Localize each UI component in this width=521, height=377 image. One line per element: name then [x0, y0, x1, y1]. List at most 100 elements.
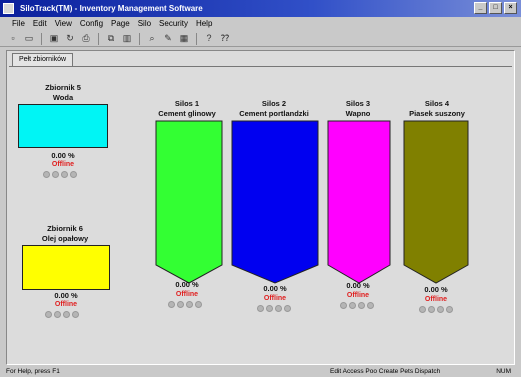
silo-material: Cement portlandzki: [239, 109, 309, 118]
indicator-led: [70, 171, 77, 178]
silo-percent: 0.00 %: [263, 284, 287, 293]
silo-3-label: Silos 3 Wapno: [325, 99, 391, 119]
silo-1-vessel[interactable]: [155, 120, 223, 284]
silo-status: Offline: [175, 291, 199, 298]
info-icon[interactable]: ?: [202, 32, 216, 45]
silo-status: Offline: [346, 292, 370, 299]
indicator-led: [266, 305, 273, 312]
tank-status: Offline: [54, 301, 78, 308]
close-button[interactable]: ×: [504, 2, 517, 14]
indicator-led: [177, 301, 184, 308]
silo-name: Silos 4: [424, 99, 450, 108]
indicator-led: [358, 302, 365, 309]
menu-file[interactable]: File: [8, 17, 29, 31]
copy-icon[interactable]: ⧉: [104, 32, 118, 45]
tank-name: Zbiornik 5: [45, 83, 81, 92]
indicator-led: [428, 306, 435, 313]
minimize-button[interactable]: _: [474, 2, 487, 14]
chart-icon[interactable]: ▥: [120, 32, 134, 45]
menu-view[interactable]: View: [51, 17, 76, 31]
tank-name: Zbiornik 6: [47, 224, 83, 233]
tank-percent: 0.00 %: [54, 291, 78, 300]
silo-2-vessel[interactable]: [231, 120, 319, 284]
zoom-icon[interactable]: ⌕: [145, 32, 159, 45]
indicator-led: [45, 311, 52, 318]
indicator-led: [168, 301, 175, 308]
indicator-led: [349, 302, 356, 309]
tab-divider: [9, 66, 512, 67]
silo-percent: 0.00 %: [424, 285, 448, 294]
edit-icon[interactable]: ✎: [161, 32, 175, 45]
silo-indicators: [340, 302, 374, 309]
status-help-text: For Help, press F1: [6, 368, 60, 375]
tank-material: Woda: [52, 93, 74, 102]
silo-status: Offline: [424, 296, 448, 303]
tank-material: Olej opałowy: [41, 234, 89, 243]
silo-name: Silos 1: [174, 99, 200, 108]
indicator-led: [437, 306, 444, 313]
silo-status: Offline: [263, 295, 287, 302]
status-mode: NUM: [496, 368, 511, 375]
indicator-led: [275, 305, 282, 312]
indicator-led: [446, 306, 453, 313]
silo-material: Piasek suszony: [409, 109, 465, 118]
toolbar-separator: [139, 32, 140, 45]
tank-percent: 0.00 %: [51, 151, 75, 160]
silo-4-label: Silos 4 Piasek suszony: [397, 99, 477, 119]
refresh-icon[interactable]: ↻: [63, 32, 77, 45]
maximize-button[interactable]: □: [489, 2, 502, 14]
indicator-led: [284, 305, 291, 312]
silo-indicators: [257, 305, 291, 312]
menu-config[interactable]: Config: [76, 17, 107, 31]
silo-4-vessel[interactable]: [403, 120, 469, 284]
tank-6-vessel[interactable]: [22, 245, 110, 290]
silo-indicators: [419, 306, 453, 313]
silo-2-label: Silos 2 Cement portlandzki: [229, 99, 319, 119]
indicator-led: [419, 306, 426, 313]
toolbar-separator: [196, 32, 197, 45]
window-title: SiloTrack(TM) - Inventory Management Sof…: [20, 4, 203, 13]
tank-6-label: Zbiornik 6 Olej opałowy: [20, 224, 110, 244]
toolbar-separator: [41, 32, 42, 45]
silo-indicators: [168, 301, 202, 308]
toolbar-separator: [98, 32, 99, 45]
help-icon[interactable]: ⁇: [218, 32, 232, 45]
indicator-led: [340, 302, 347, 309]
indicator-led: [186, 301, 193, 308]
print-icon[interactable]: ⎙: [79, 32, 93, 45]
silo-percent: 0.00 %: [346, 281, 370, 290]
indicator-led: [61, 171, 68, 178]
tank-5-vessel[interactable]: [18, 104, 108, 148]
open-icon[interactable]: ▭: [22, 32, 36, 45]
tab-tanks[interactable]: Pełt zbiorników: [12, 53, 74, 66]
app-icon: [3, 3, 14, 14]
silo-material: Wapno: [345, 109, 371, 118]
menu-help[interactable]: Help: [192, 17, 216, 31]
indicator-led: [63, 311, 70, 318]
toolbar: ▫ ▭ ▣ ↻ ⎙ ⧉ ▥ ⌕ ✎ ▦ ? ⁇: [0, 31, 521, 47]
menu-edit[interactable]: Edit: [29, 17, 51, 31]
silo-1-label: Silos 1 Cement glinowy: [150, 99, 224, 119]
menu-page[interactable]: Page: [107, 17, 134, 31]
silo-name: Silos 2: [261, 99, 287, 108]
grid-icon[interactable]: ▦: [177, 32, 191, 45]
silo-name: Silos 3: [345, 99, 371, 108]
silo-material: Cement glinowy: [158, 109, 216, 118]
indicator-led: [195, 301, 202, 308]
save-icon[interactable]: ▣: [47, 32, 61, 45]
indicator-led: [72, 311, 79, 318]
status-bar: For Help, press F1 Edit Access Poo Creat…: [0, 367, 521, 377]
menu-silo[interactable]: Silo: [134, 17, 155, 31]
new-icon[interactable]: ▫: [6, 32, 20, 45]
window-titlebar[interactable]: SiloTrack(TM) - Inventory Management Sof…: [0, 0, 521, 17]
silo-view-panel: Pełt zbiorników Zbiornik 5 Woda 0.00 % O…: [6, 50, 515, 365]
indicator-led: [52, 171, 59, 178]
silo-3-vessel[interactable]: [327, 120, 391, 284]
indicator-led: [43, 171, 50, 178]
menu-security[interactable]: Security: [155, 17, 192, 31]
indicator-led: [54, 311, 61, 318]
indicator-led: [367, 302, 374, 309]
tank-5-label: Zbiornik 5 Woda: [18, 83, 108, 103]
tank-status: Offline: [51, 161, 75, 168]
tank-indicators: [43, 171, 77, 178]
